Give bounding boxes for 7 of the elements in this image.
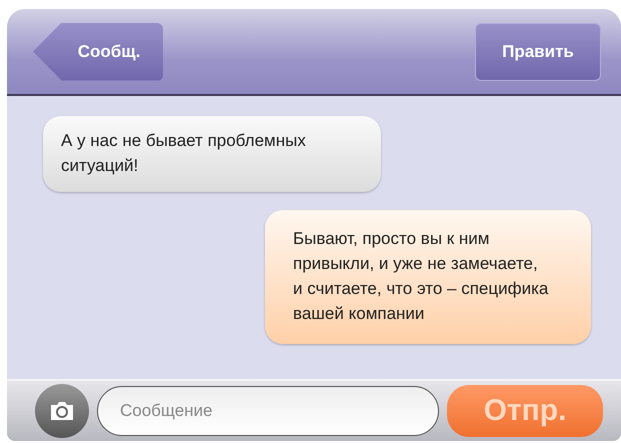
message-bubble: Бывают, просто вы к ним привыкли, и уже не замечаете, и считаете, что это – специфика вашей компании xyxy=(265,210,591,344)
camera-button[interactable] xyxy=(35,384,89,438)
edit-button[interactable]: Править xyxy=(475,22,601,80)
message-bubble: А у нас не бывает проблемных ситуаций! xyxy=(43,116,381,192)
message-field[interactable]: Сообщение xyxy=(97,386,439,436)
camera-icon xyxy=(49,401,75,421)
back-button[interactable]: Сообщ. xyxy=(33,22,163,80)
